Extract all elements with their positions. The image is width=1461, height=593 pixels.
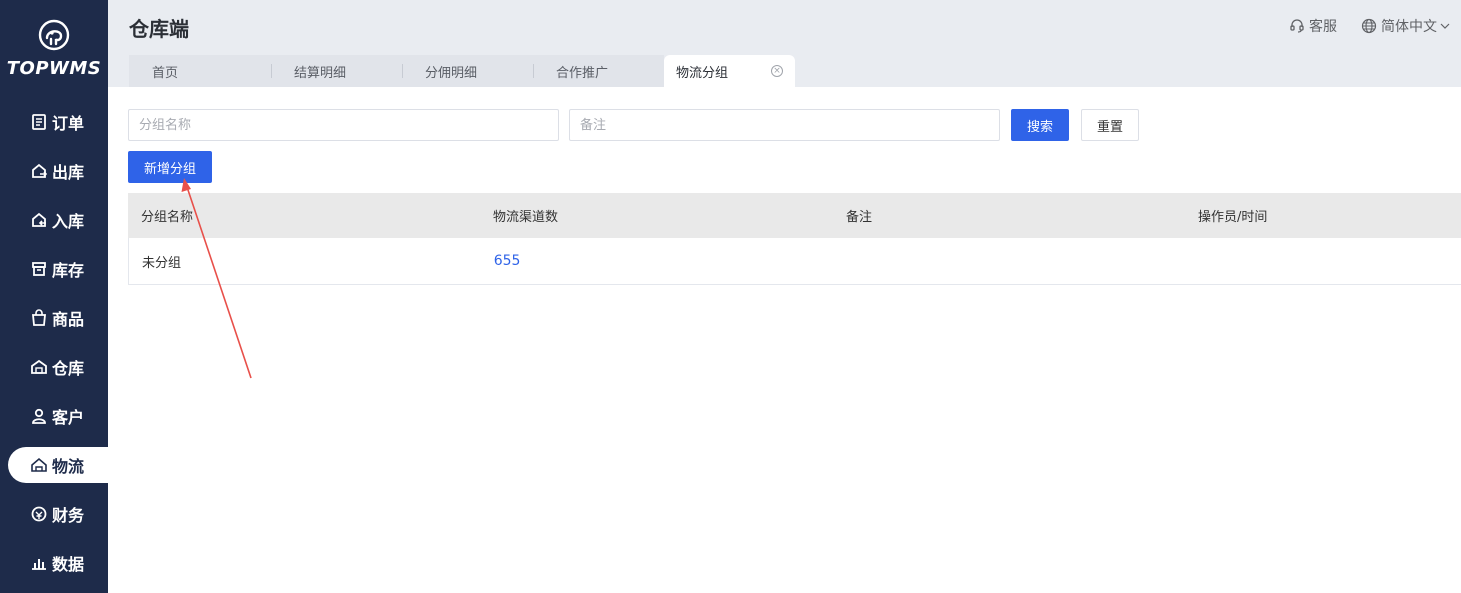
sidebar-item-order[interactable]: 订单 bbox=[8, 104, 108, 140]
sidebar-item-label: 客户 bbox=[52, 408, 85, 427]
column-header-group-name: 分组名称 bbox=[141, 210, 194, 225]
annotation-arrow-icon bbox=[181, 178, 252, 379]
logistics-icon bbox=[30, 456, 48, 474]
close-icon[interactable]: × bbox=[771, 65, 783, 77]
warehouse-icon bbox=[30, 358, 48, 376]
sidebar-item-label: 入库 bbox=[52, 212, 85, 231]
sidebar-item-label: 财务 bbox=[52, 506, 85, 525]
language-label: 简体中文 bbox=[1381, 19, 1437, 35]
tab-label: 分佣明细 bbox=[425, 65, 478, 81]
headset-icon bbox=[1290, 19, 1304, 33]
tab-settlement-detail[interactable]: 结算明细 bbox=[271, 55, 402, 87]
search-button[interactable]: 搜索 bbox=[1011, 109, 1069, 141]
customer-user-icon bbox=[30, 407, 48, 425]
group-name-input[interactable] bbox=[128, 109, 559, 141]
table-header: 分组名称 物流渠道数 备注 操作员/时间 bbox=[128, 193, 1461, 238]
logo[interactable]: TOPWMS bbox=[0, 18, 108, 79]
page-tabs: 首页 结算明细 分佣明细 合作推广 物流分组 × bbox=[129, 55, 795, 87]
language-selector[interactable]: 简体中文 bbox=[1361, 16, 1451, 36]
tab-label: 结算明细 bbox=[294, 65, 347, 81]
sidebar-item-product[interactable]: 商品 bbox=[8, 300, 108, 336]
tab-label: 合作推广 bbox=[556, 65, 609, 81]
top-bar: 仓库端 客服 简体中文 首页 结算明细 分佣明细 合作推广 物流分组 × bbox=[108, 0, 1461, 87]
column-header-note: 备注 bbox=[846, 210, 873, 225]
channel-count-link[interactable]: 655 bbox=[494, 253, 521, 269]
table-row: 未分组 655 bbox=[128, 238, 1461, 285]
sidebar-item-warehouse[interactable]: 仓库 bbox=[8, 349, 108, 385]
sidebar-item-label: 数据 bbox=[52, 555, 85, 574]
sidebar-item-label: 物流 bbox=[52, 457, 85, 476]
sidebar-item-label: 订单 bbox=[52, 114, 85, 133]
sidebar-item-label: 出库 bbox=[52, 163, 85, 182]
inbound-icon bbox=[30, 211, 48, 229]
sidebar-item-label: 库存 bbox=[52, 261, 85, 280]
add-group-button[interactable]: 新增分组 bbox=[128, 151, 212, 183]
note-input[interactable] bbox=[569, 109, 1000, 141]
cell-channel-count: 655 bbox=[481, 253, 834, 269]
inventory-box-icon bbox=[30, 260, 48, 278]
order-list-icon bbox=[30, 113, 48, 131]
column-header-channel-count: 物流渠道数 bbox=[493, 210, 559, 225]
cell-group-name: 未分组 bbox=[142, 255, 182, 271]
outbound-icon bbox=[30, 162, 48, 180]
sidebar-item-inventory[interactable]: 库存 bbox=[8, 251, 108, 287]
logo-text: TOPWMS bbox=[6, 58, 102, 79]
globe-icon bbox=[1361, 18, 1377, 34]
top-right-actions: 客服 简体中文 bbox=[1289, 16, 1451, 36]
customer-service-label: 客服 bbox=[1309, 19, 1337, 35]
elephant-logo-icon bbox=[38, 19, 70, 51]
sidebar: TOPWMS 订单 出库 入库 库存 商品 仓库 客户 物流 财务 数据 bbox=[0, 0, 108, 593]
filter-bar: 搜索 重置 bbox=[128, 109, 1139, 141]
sidebar-item-customer[interactable]: 客户 bbox=[8, 398, 108, 434]
sidebar-item-label: 商品 bbox=[52, 310, 85, 329]
sidebar-item-label: 仓库 bbox=[52, 359, 85, 378]
chevron-down-icon bbox=[1440, 23, 1450, 29]
sidebar-item-finance[interactable]: 财务 bbox=[8, 496, 108, 532]
column-header-operator-time: 操作员/时间 bbox=[1198, 210, 1268, 225]
tab-label: 物流分组 bbox=[676, 65, 729, 81]
tab-partnership[interactable]: 合作推广 bbox=[533, 55, 664, 87]
tab-commission-detail[interactable]: 分佣明细 bbox=[402, 55, 533, 87]
sidebar-item-outbound[interactable]: 出库 bbox=[8, 153, 108, 189]
sidebar-item-logistics[interactable]: 物流 bbox=[8, 447, 108, 483]
tab-home[interactable]: 首页 bbox=[129, 55, 271, 87]
reset-button[interactable]: 重置 bbox=[1081, 109, 1139, 141]
finance-icon bbox=[30, 505, 48, 523]
sidebar-item-inbound[interactable]: 入库 bbox=[8, 202, 108, 238]
app-title: 仓库端 bbox=[129, 17, 189, 41]
tab-label: 首页 bbox=[152, 65, 179, 81]
customer-service-link[interactable]: 客服 bbox=[1289, 16, 1337, 36]
logistics-group-table: 分组名称 物流渠道数 备注 操作员/时间 未分组 655 bbox=[128, 193, 1461, 285]
product-bag-icon bbox=[30, 309, 48, 327]
tab-logistics-group[interactable]: 物流分组 × bbox=[664, 55, 795, 87]
data-chart-icon bbox=[30, 554, 48, 572]
sidebar-item-data[interactable]: 数据 bbox=[8, 545, 108, 581]
